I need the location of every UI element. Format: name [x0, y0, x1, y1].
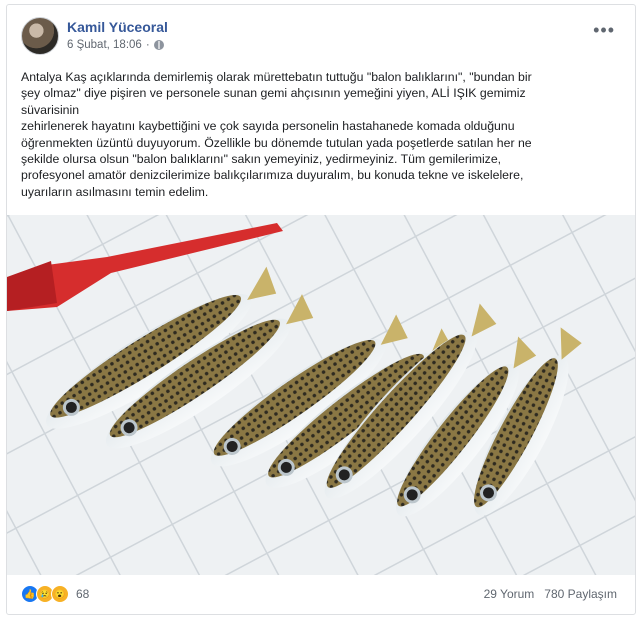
post-text-line: öğrenmekten üzüntü duyuyorum. Özellikle …	[21, 135, 532, 150]
more-options-button[interactable]: •••	[593, 21, 615, 39]
post-header: Kamil Yüceoral 6 Şubat, 18:06 · •••	[21, 17, 621, 61]
author-name[interactable]: Kamil Yüceoral	[67, 19, 168, 35]
post-text-line: şekilde olursa olsun "balon balıklarını"…	[21, 152, 502, 167]
globe-icon	[153, 40, 164, 50]
reaction-count: 68	[76, 587, 90, 601]
post-text-line: süvarisinin	[21, 102, 80, 117]
post-text: Antalya Kaş açıklarında demirlemiş olara…	[21, 69, 621, 200]
post-text-line: Antalya Kaş açıklarında demirlemiş olara…	[21, 70, 532, 84]
post-card: Kamil Yüceoral 6 Şubat, 18:06 · ••• Anta…	[6, 4, 636, 615]
post-photo[interactable]	[7, 215, 635, 575]
post-text-line: şey olmaz" diye pişiren ve personele sun…	[21, 86, 526, 101]
post-text-line: uyarıların asılmasını temin edelim.	[21, 184, 209, 199]
engagement-stats: 29 Yorum 780 Paylaşım	[484, 587, 617, 601]
avatar[interactable]	[21, 17, 59, 55]
shares-link[interactable]: 780 Paylaşım	[544, 587, 617, 601]
wow-icon: 😮	[51, 585, 69, 603]
comments-link[interactable]: 29 Yorum	[484, 587, 535, 601]
reactions-summary[interactable]: 👍 😢 😮 68	[21, 585, 89, 603]
post-text-line: zehirlenerek hayatını kaybettiğini ve ço…	[21, 119, 515, 134]
post-meta: 6 Şubat, 18:06 ·	[67, 39, 164, 51]
post-footer: 👍 😢 😮 68 29 Yorum 780 Paylaşım	[21, 583, 621, 609]
pufferfish-photo	[7, 215, 635, 575]
post-date[interactable]: 6 Şubat, 18:06	[67, 39, 142, 51]
post-text-line: profesyonel amatör denizcilerimize balık…	[21, 168, 524, 183]
